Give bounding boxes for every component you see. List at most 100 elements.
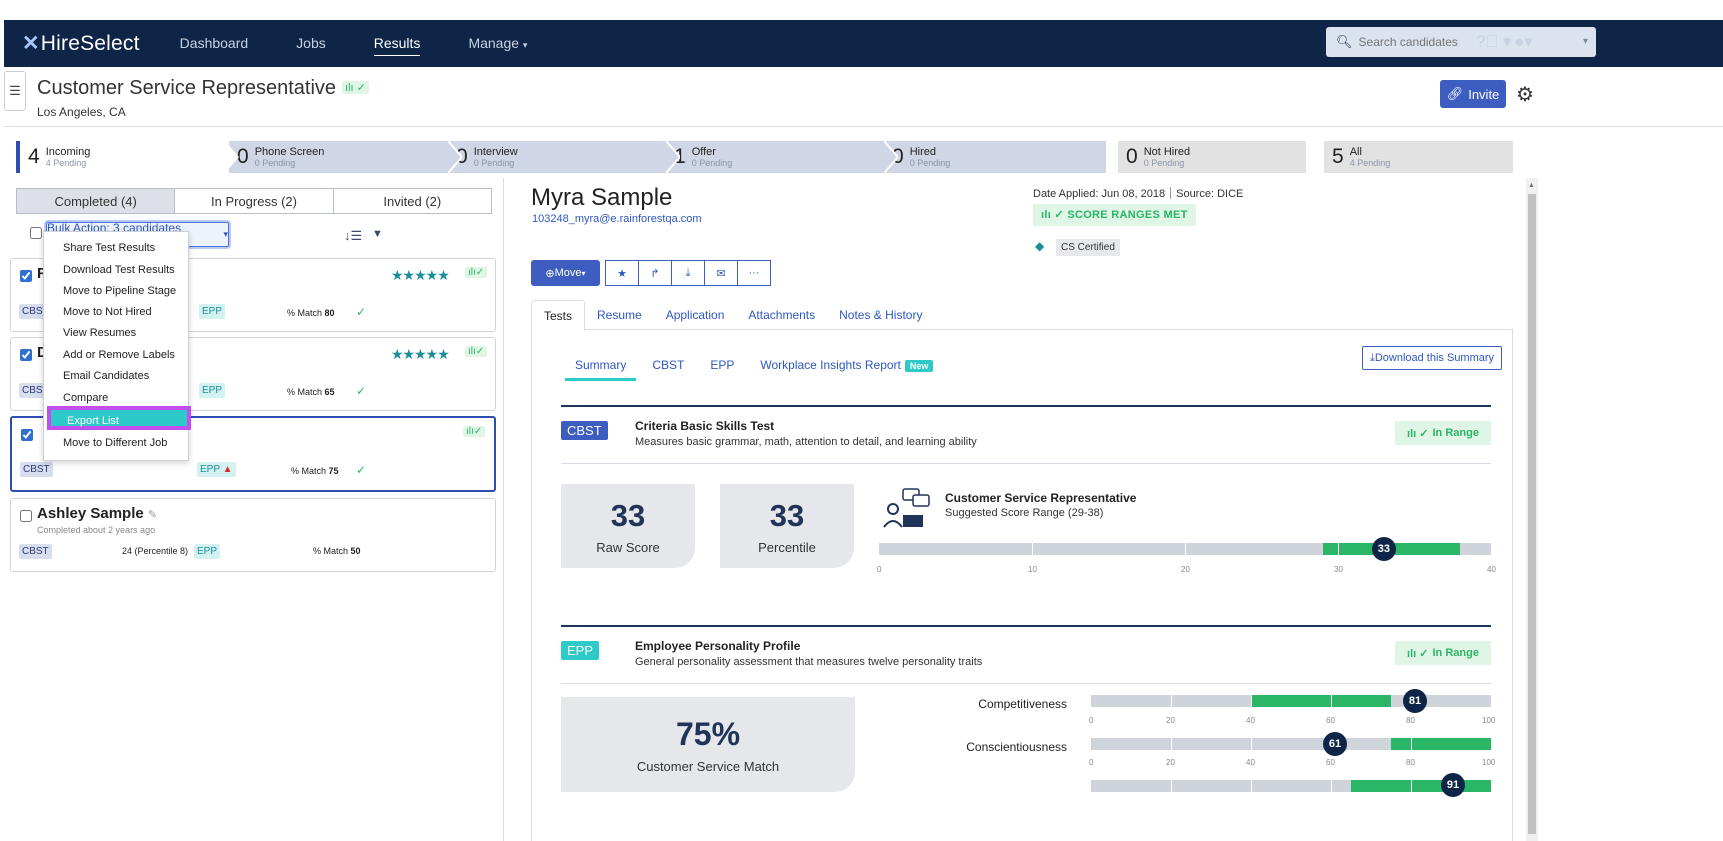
menu-move-to-different-job[interactable]: Move to Different Job [63, 437, 167, 449]
download-summary-button[interactable]: ⤓ Download this Summary [1362, 346, 1502, 370]
menu-add-remove-labels[interactable]: Add or Remove Labels [63, 349, 175, 361]
bar-chart-icon: ılı ✓ [1041, 209, 1064, 221]
logo[interactable]: ✕ HireSelect [22, 31, 140, 56]
candidate-checkbox[interactable] [20, 270, 32, 282]
filter-icon[interactable]: ▼ [372, 228, 383, 240]
match-value: 65 [324, 387, 335, 397]
tab-resume[interactable]: Resume [585, 300, 654, 329]
tab-completed[interactable]: Completed (4) [17, 189, 176, 213]
trait-bar-conscientiousness [1091, 738, 1491, 750]
epp-tag: EPP [194, 544, 221, 559]
date-applied: Date Applied: Jun 08, 2018 [1033, 188, 1166, 200]
download-icon[interactable]: ⤓ [671, 260, 705, 286]
stage-hired[interactable]: 0 Hired 0 Pending [884, 141, 1106, 173]
menu-icon[interactable]: ☰ [4, 71, 26, 111]
more-icon[interactable]: ··· [737, 260, 771, 286]
candidate-label[interactable]: CS Certified [1056, 239, 1120, 256]
action-bar: ⊕ Move ▾ ★ ↱ ⤓ ✉ ··· [531, 260, 771, 286]
tick-label: 60 [1326, 716, 1335, 725]
select-all-checkbox[interactable] [30, 227, 42, 239]
score-ranges-badge: ılı ✓ SCORE RANGES MET [1033, 204, 1196, 226]
menu-email-candidates[interactable]: Email Candidates [63, 370, 149, 382]
stage-offer[interactable]: 1 Offer 0 Pending [666, 141, 888, 173]
candidate-checkbox[interactable] [20, 510, 32, 522]
epp-tag: EPP [199, 383, 226, 398]
tab-in-progress[interactable]: In Progress (2) [175, 189, 334, 213]
candidate-checkbox[interactable] [21, 429, 33, 441]
star-icon[interactable]: ★ [605, 260, 639, 286]
subtab-epp[interactable]: EPP [700, 358, 744, 381]
candidate-title: Myra Sample [531, 184, 673, 211]
tab-application[interactable]: Application [654, 300, 737, 329]
search-box[interactable]: 🔍︎ ▾ [1326, 27, 1596, 57]
email-icon[interactable]: ✉ [704, 260, 738, 286]
link-icon: 🔗︎ [1446, 86, 1464, 101]
job-location: Los Angeles, CA [37, 105, 126, 119]
stage-sub: 4 Pending [45, 157, 87, 168]
stage-all[interactable]: 5 All 4 Pending [1324, 141, 1513, 173]
menu-move-to-pipeline-stage[interactable]: Move to Pipeline Stage [63, 285, 176, 297]
share-icon[interactable]: ↱ [638, 260, 672, 286]
menu-share-test-results[interactable]: Share Test Results [63, 242, 155, 254]
user-icon[interactable]: ●▾ [1514, 32, 1533, 52]
menu-download-test-results[interactable]: Download Test Results [63, 264, 175, 276]
tab-attachments[interactable]: Attachments [736, 300, 827, 329]
match-label: % Match [287, 308, 323, 318]
top-nav: ✕ HireSelect Dashboard Jobs Results Mana… [4, 20, 1723, 67]
subtab-cbst[interactable]: CBST [642, 358, 694, 381]
range-met-icon: ılı✓ [463, 426, 486, 437]
stage-not-hired[interactable]: 0 Not Hired 0 Pending [1118, 141, 1306, 173]
search-input[interactable] [1358, 35, 1579, 49]
menu-export-list[interactable]: Export List [47, 406, 191, 430]
nav-jobs[interactable]: Jobs [296, 31, 326, 56]
nav-results[interactable]: Results [373, 31, 421, 56]
move-label: Move [554, 267, 582, 279]
menu-view-resumes[interactable]: View Resumes [63, 327, 136, 339]
candidate-checkbox[interactable] [20, 349, 32, 361]
job-title-text: Customer Service Representative [37, 77, 337, 99]
raw-score-value: 33 [610, 497, 646, 533]
trait-bar-next [1091, 780, 1491, 792]
candidate-name[interactable]: Ashley Sample ✎ [37, 505, 157, 522]
menu-compare[interactable]: Compare [63, 392, 108, 404]
star-rating[interactable]: ★★★★★ [391, 346, 450, 363]
stage-interview[interactable]: 0 Interview 0 Pending [448, 141, 670, 173]
subtab-workplace-insights[interactable]: Workplace Insights Report New [750, 358, 943, 381]
stage-phone-screen[interactable]: 0 Phone Screen 0 Pending [229, 141, 452, 173]
chevron-down-icon: ▾ [581, 268, 586, 278]
chevron-down-icon[interactable]: ▾ [1583, 36, 1588, 47]
score-range-badge-icon: ılı ✓ [342, 81, 369, 94]
stage-incoming[interactable]: 4 Incoming 4 Pending [16, 141, 229, 173]
menu-move-to-not-hired[interactable]: Move to Not Hired [63, 306, 152, 318]
tab-tests[interactable]: Tests [531, 300, 586, 331]
cbst-tag: CBST [19, 544, 52, 559]
candidate-card[interactable]: Ashley Sample ✎ Completed about 2 years … [10, 498, 496, 572]
match-score: % Match 50 [313, 546, 361, 556]
help-icon[interactable]: ?⃝ ▾ [1476, 32, 1511, 52]
scroll-up-icon[interactable]: ▲ [1528, 182, 1535, 189]
match-label: % Match [313, 546, 349, 556]
move-button[interactable]: ⊕ Move ▾ [531, 260, 600, 286]
gear-icon[interactable]: ⚙ [1516, 82, 1534, 107]
stage-label: All [1349, 145, 1362, 158]
epp-in-range-badge: ılı ✓ In Range [1395, 641, 1491, 665]
tick-label: 0 [1089, 716, 1094, 725]
nav-manage[interactable]: Manage ▾ [468, 31, 527, 56]
scrollbar[interactable] [1526, 178, 1538, 841]
tab-invited[interactable]: Invited (2) [334, 189, 491, 213]
tab-notes-history[interactable]: Notes & History [827, 300, 934, 329]
nav-dashboard[interactable]: Dashboard [180, 31, 249, 56]
tests-content: Summary CBST EPP Workplace Insights Repo… [531, 330, 1513, 841]
star-rating[interactable]: ★★★★★ [391, 267, 450, 284]
tick-label: 20 [1166, 758, 1175, 767]
job-title: Customer Service Representative ılı ✓ [37, 77, 369, 100]
trait-score-marker: 91 [1441, 773, 1465, 797]
invite-button[interactable]: 🔗︎ Invite [1440, 80, 1506, 108]
scrollbar-thumb[interactable] [1528, 194, 1536, 834]
subtab-label: Workplace Insights Report [760, 358, 901, 372]
subtab-summary[interactable]: Summary [565, 358, 637, 381]
tick-label: 0 [1089, 758, 1094, 767]
candidate-email[interactable]: 103248_myra@e.rainforestqa.com [532, 213, 702, 225]
sort-icon[interactable]: ↓☰ [344, 228, 362, 244]
cbst-title: Criteria Basic Skills Test [635, 419, 775, 433]
